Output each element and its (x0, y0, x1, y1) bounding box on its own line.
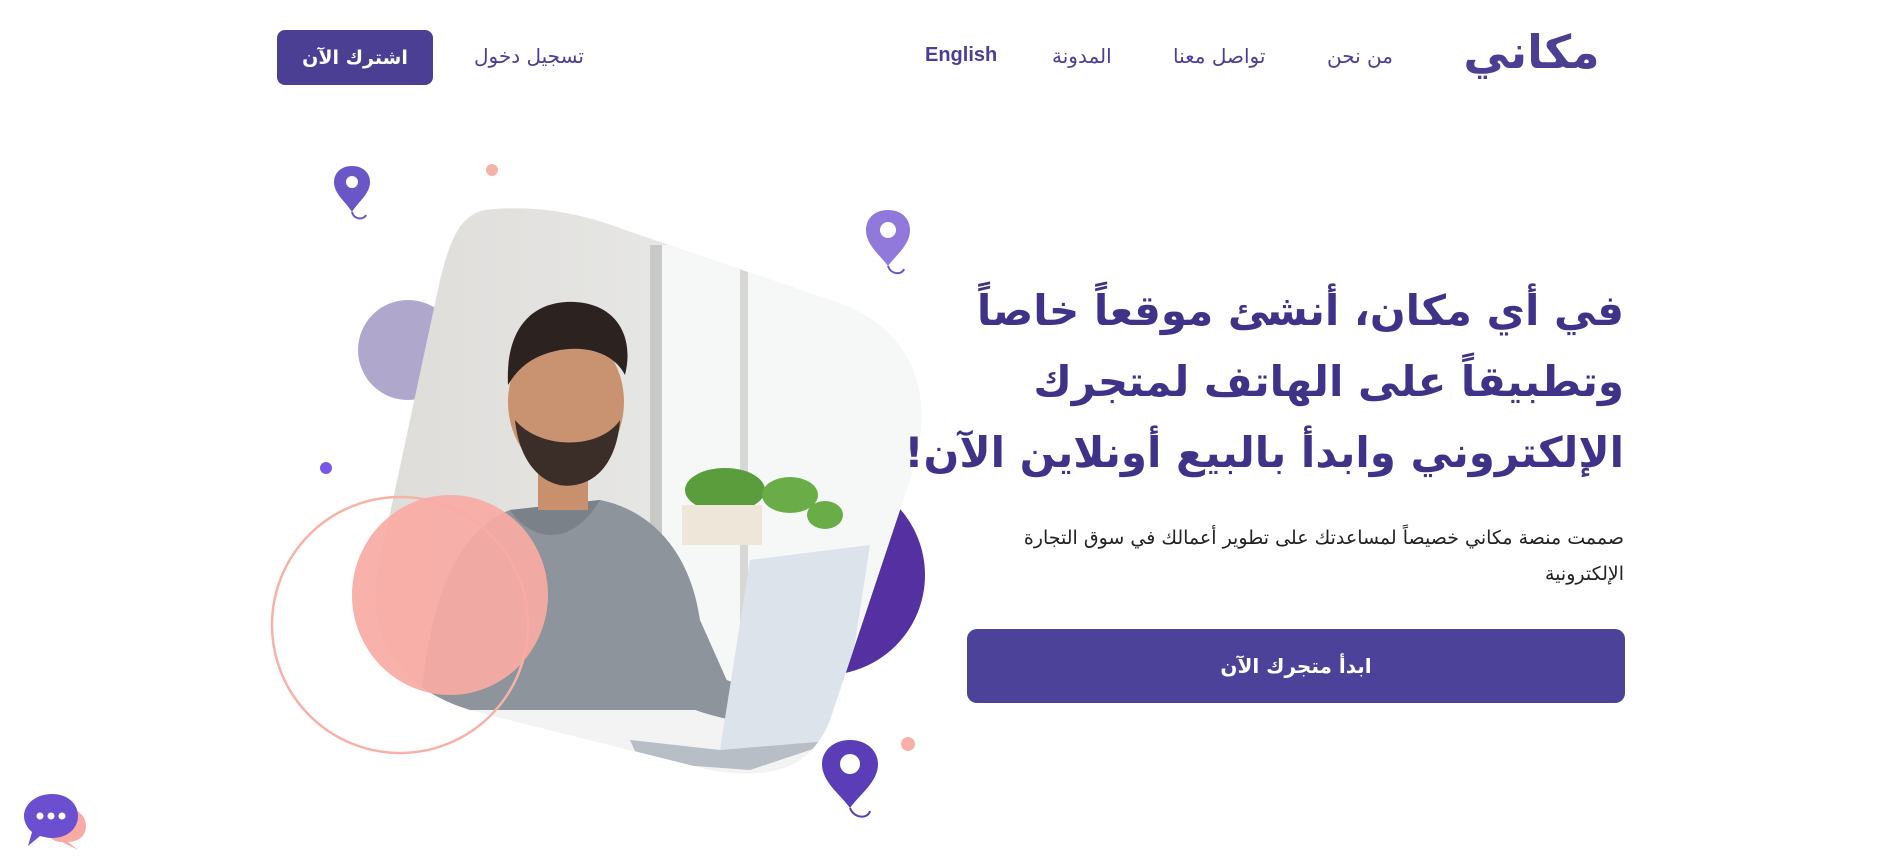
map-pin-icon (866, 210, 910, 275)
headline-line: وتطبيقاً على الهاتف لمتجرك (1033, 357, 1624, 406)
dot-decoration (320, 462, 332, 474)
nav-blog[interactable]: المدونة (1052, 44, 1112, 68)
description-line: صممت منصة مكاني خصيصاً لمساعدتك على تطوي… (1023, 527, 1624, 549)
nav-about[interactable]: من نحن (1327, 44, 1393, 68)
hero-headline: في أي مكان، أنشئ موقعاً خاصاً وتطبيقاً ع… (904, 275, 1624, 488)
nav-language-switch[interactable]: English (925, 44, 997, 67)
pink-blob-decoration (352, 495, 548, 695)
dot-decoration (901, 737, 915, 751)
hero-description: صممت منصة مكاني خصيصاً لمساعدتك على تطوي… (984, 520, 1624, 592)
chat-bubble-icon[interactable] (24, 792, 90, 852)
headline-line: الإلكتروني وابدأ بالبيع أونلاين الآن! (904, 428, 1624, 477)
nav-contact[interactable]: تواصل معنا (1173, 44, 1265, 68)
logo[interactable]: مكاني (1453, 26, 1610, 78)
start-store-button[interactable]: ابدأ متجرك الآن (967, 629, 1625, 703)
map-pin-icon (822, 740, 878, 818)
signup-button[interactable]: اشترك الآن (277, 30, 433, 85)
login-link[interactable]: تسجيل دخول (474, 44, 584, 68)
headline-line: في أي مكان، أنشئ موقعاً خاصاً (976, 286, 1624, 335)
description-line: الإلكترونية (1545, 563, 1624, 585)
hero-illustration (270, 164, 925, 818)
map-pin-icon (334, 166, 370, 220)
dot-decoration (486, 164, 498, 176)
